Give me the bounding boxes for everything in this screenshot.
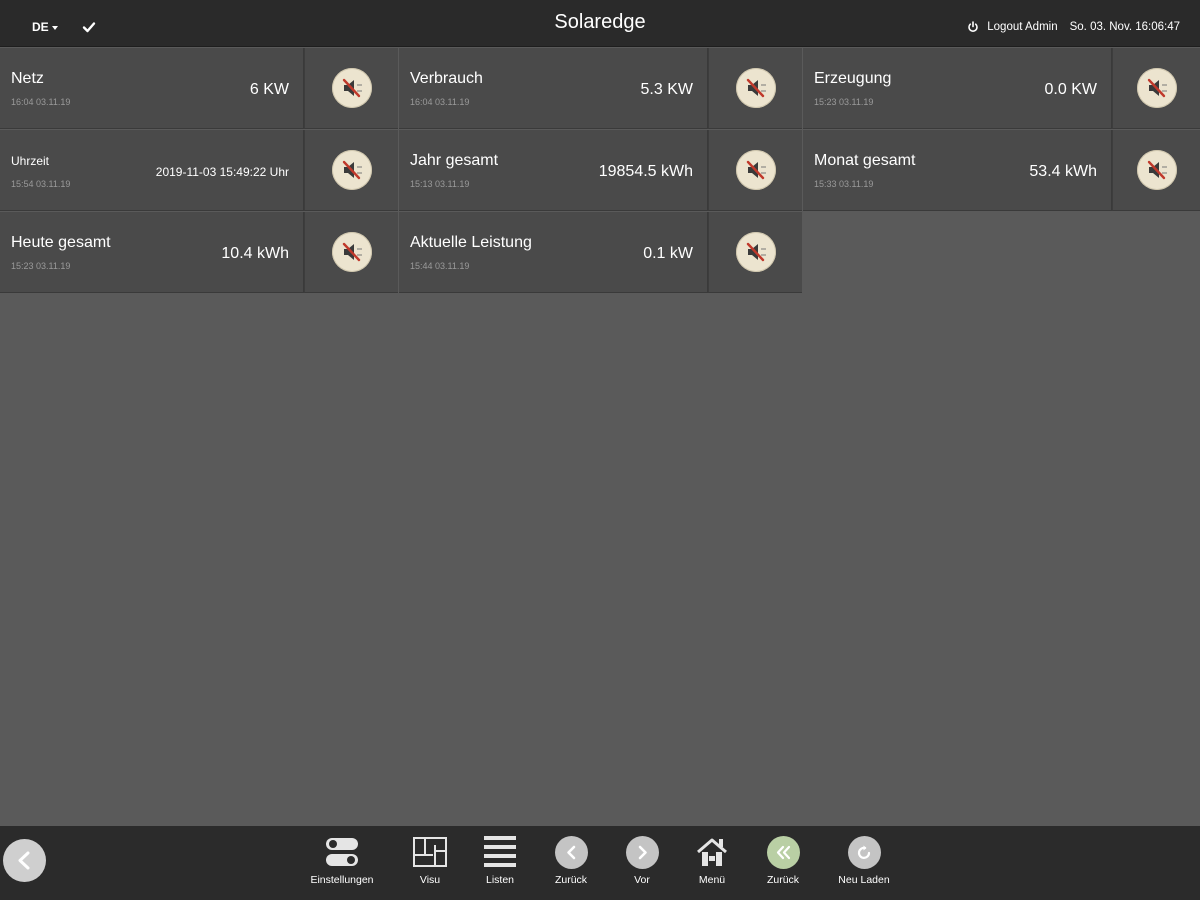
settings-button[interactable]: Einstellungen [302,834,382,886]
tile-label: Jahr gesamt [410,152,499,169]
toolbar-label: Zurück [554,874,588,886]
tile-erzeugung[interactable]: Erzeugung 15:23 03.11.19 0.0 KW [803,48,1112,129]
reload-button[interactable]: Neu Laden [824,834,904,886]
muted-speaker-icon[interactable] [735,150,776,190]
toolbar-label: Einstellungen [310,874,374,886]
toolbar-label: Vor [634,874,650,886]
tile-icon-cell[interactable] [708,48,802,129]
tile-icon-cell[interactable] [304,130,398,211]
tile-value: 6 KW [249,81,289,98]
tile-icon-cell[interactable] [304,212,398,293]
muted-speaker-icon[interactable] [1136,150,1177,190]
tile-netz[interactable]: Netz 16:04 03.11.19 6 KW [0,48,304,129]
toolbar-label: Neu Laden [838,874,890,886]
muted-speaker-icon[interactable] [331,68,372,108]
house-icon [697,838,727,866]
tile-value: 5.3 KW [640,81,693,98]
tile-icon-cell[interactable] [1112,130,1200,211]
back-button[interactable] [3,839,46,882]
listen-button[interactable]: Listen [460,834,540,886]
tile-label: Monat gesamt [814,152,916,169]
toolbar-label: Zurück [766,874,800,886]
visu-button[interactable]: Visu [390,834,470,886]
tile-label: Aktuelle Leistung [410,234,532,251]
tile-timestamp: 15:23 03.11.19 [11,261,71,271]
tile-icon-cell[interactable] [708,130,802,211]
tile-timestamp: 16:04 03.11.19 [410,97,470,107]
muted-speaker-icon[interactable] [735,232,776,272]
muted-speaker-icon[interactable] [735,68,776,108]
double-chevron-left-icon [776,845,790,859]
menu-button[interactable]: Menü [672,834,752,886]
tile-heute-gesamt[interactable]: Heute gesamt 15:23 03.11.19 10.4 kWh [0,212,304,293]
tile-icon-cell[interactable] [708,212,802,293]
tile-value: 53.4 kWh [1029,163,1097,180]
tile-value: 0.0 KW [1044,81,1097,98]
chevron-left-icon [18,851,30,870]
reload-icon [857,845,870,859]
zurueck-button[interactable]: Zurück [531,834,611,886]
tile-jahr-gesamt[interactable]: Jahr gesamt 15:13 03.11.19 19854.5 kWh [399,130,708,211]
tile-label: Erzeugung [814,70,892,87]
tile-timestamp: 15:33 03.11.19 [814,179,874,189]
tile-verbrauch[interactable]: Verbrauch 16:04 03.11.19 5.3 KW [399,48,708,129]
tile-value: 2019-11-03 15:49:22 Uhr [155,165,289,179]
tile-value: 0.1 kW [643,245,693,262]
muted-speaker-icon[interactable] [331,232,372,272]
header-bar: DE Solaredge Logout Admin So. 03. Nov. 1… [0,0,1200,47]
tile-aktuelle-leistung[interactable]: Aktuelle Leistung 15:44 03.11.19 0.1 kW [399,212,708,293]
muted-speaker-icon[interactable] [331,150,372,190]
settings-toggle-icon [326,838,358,866]
tile-timestamp: 15:13 03.11.19 [410,179,470,189]
tile-timestamp: 16:04 03.11.19 [11,97,71,107]
list-icon [484,836,516,867]
chevron-right-icon [638,845,647,859]
tile-uhrzeit[interactable]: Uhrzeit 15:54 03.11.19 2019-11-03 15:49:… [0,130,304,211]
tile-timestamp: 15:54 03.11.19 [11,179,71,189]
tile-value: 19854.5 kWh [598,163,693,180]
tile-timestamp: 15:23 03.11.19 [814,97,874,107]
tile-label: Netz [11,70,44,87]
floorplan-icon [413,837,447,867]
chevron-left-icon [566,845,575,859]
muted-speaker-icon[interactable] [1136,68,1177,108]
toolbar-label: Visu [419,874,441,886]
logout-link[interactable]: Logout Admin [987,21,1057,33]
zurueck-home-button[interactable]: Zurück [743,834,823,886]
tile-icon-cell[interactable] [304,48,398,129]
vor-button[interactable]: Vor [602,834,682,886]
tile-label: Heute gesamt [11,234,111,251]
datetime-display: So. 03. Nov. 16:06:47 [1069,21,1180,33]
tile-label: Uhrzeit [11,154,50,168]
tile-value: 10.4 kWh [221,245,289,262]
power-icon[interactable] [967,21,979,33]
tile-timestamp: 15:44 03.11.19 [410,261,470,271]
tile-icon-cell[interactable] [1112,48,1200,129]
bottom-toolbar: Einstellungen Visu Listen Zurück Vor Men… [0,826,1200,900]
toolbar-label: Menü [698,874,726,886]
toolbar-label: Listen [485,874,515,886]
tile-monat-gesamt[interactable]: Monat gesamt 15:33 03.11.19 53.4 kWh [803,130,1112,211]
tile-label: Verbrauch [410,70,483,87]
